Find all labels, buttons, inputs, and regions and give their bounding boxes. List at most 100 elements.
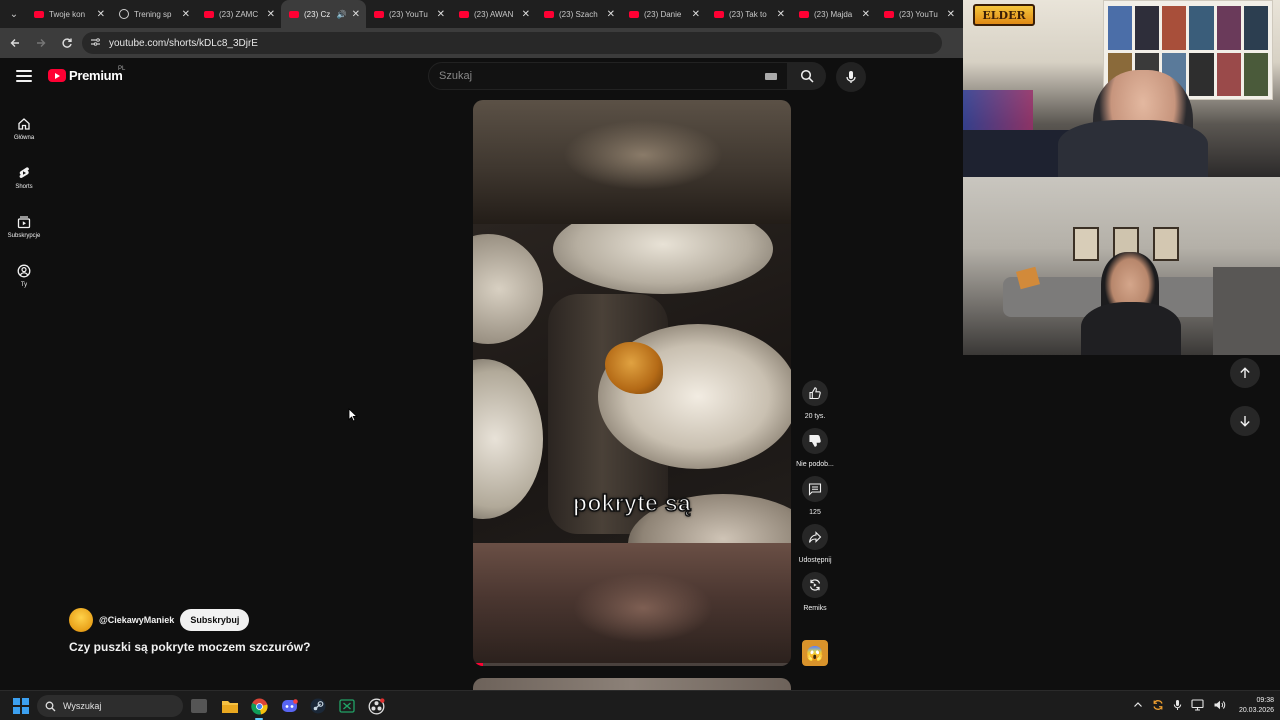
guide-rail: Główna Shorts Subskrypcje Ty — [0, 104, 48, 300]
close-tab-icon[interactable]: ✕ — [522, 9, 530, 20]
youtube-premium-logo[interactable]: Premium PL — [48, 66, 125, 83]
avatar[interactable] — [69, 608, 93, 632]
discord-icon[interactable] — [279, 696, 299, 716]
network-icon[interactable] — [1191, 698, 1204, 714]
rail-item-shorts[interactable]: Shorts — [0, 153, 48, 202]
video-title[interactable]: Czy puszki są pokryte moczem szczurów? — [69, 640, 310, 654]
comments-button[interactable] — [802, 476, 828, 502]
chevron-up-icon[interactable] — [1133, 700, 1143, 713]
dislike-button[interactable] — [802, 428, 828, 454]
tab-title: (23) ZAMC — [219, 9, 259, 19]
excel-icon[interactable] — [337, 696, 357, 716]
browser-tab[interactable]: Twoje kon ✕ — [26, 0, 111, 28]
tab-audio-icon[interactable]: 🔊 — [337, 10, 347, 19]
close-tab-icon[interactable]: ✕ — [607, 9, 615, 20]
search-button[interactable] — [788, 62, 826, 90]
channel-handle[interactable]: @CiekawyManiek — [99, 615, 174, 625]
keyboard-icon[interactable] — [765, 73, 777, 80]
clock-date: 20.03.2026 — [1238, 707, 1274, 714]
shorts-video-player[interactable]: pokryte są — [473, 100, 791, 666]
microphone-icon[interactable] — [1173, 699, 1182, 714]
share-button[interactable] — [802, 524, 828, 550]
screen: ⌄ Twoje kon ✕ Trening sp ✕ (23) ZAMC ✕ (23) Cz… — [0, 0, 1280, 720]
windows-start-icon[interactable] — [13, 698, 29, 714]
youtube-icon — [459, 10, 469, 18]
close-tab-icon[interactable]: ✕ — [947, 9, 955, 20]
browser-tab[interactable]: (23) AWAN ✕ — [451, 0, 536, 28]
video-frame-bottom — [473, 543, 791, 666]
menu-icon[interactable] — [16, 70, 32, 82]
sync-icon[interactable] — [1152, 699, 1164, 714]
close-tab-icon[interactable]: ✕ — [267, 9, 275, 20]
search-input[interactable]: Szukaj — [428, 62, 788, 90]
arrow-down-icon — [1240, 416, 1250, 427]
voice-search-button[interactable] — [836, 62, 866, 92]
subscribe-button[interactable]: Subskrybuj — [180, 609, 250, 631]
close-tab-icon[interactable]: ✕ — [97, 9, 105, 20]
browser-tab-strip: ⌄ Twoje kon ✕ Trening sp ✕ (23) ZAMC ✕ (23) Cz… — [0, 0, 963, 28]
video-caption: pokryte są — [572, 489, 692, 517]
tab-search-icon[interactable]: ⌄ — [2, 3, 26, 25]
url-text: youtube.com/shorts/kDLc8_3DjrE — [109, 37, 258, 49]
close-tab-icon[interactable]: ✕ — [437, 9, 445, 20]
channel-avatar-thumbnail[interactable]: 😱 — [802, 640, 828, 666]
close-tab-icon[interactable]: ✕ — [692, 9, 700, 20]
browser-tab[interactable]: Trening sp ✕ — [111, 0, 196, 28]
volume-icon[interactable] — [1213, 699, 1226, 714]
tab-title: Trening sp — [134, 9, 172, 19]
comment-icon — [808, 483, 822, 496]
previous-short-button[interactable] — [1230, 358, 1260, 388]
youtube-icon — [714, 10, 724, 18]
search-icon — [45, 701, 56, 711]
taskbar-clock[interactable]: 09:38 20.03.2026 — [1239, 696, 1274, 716]
tab-title: (23) YouTu — [389, 9, 428, 19]
channel-info: @CiekawyManiek Subskrybuj — [69, 608, 250, 632]
search-icon — [800, 69, 814, 83]
system-tray: 09:38 20.03.2026 — [1133, 691, 1274, 720]
youtube-icon — [799, 10, 809, 18]
rail-item-home[interactable]: Główna — [0, 104, 48, 153]
remix-button[interactable] — [802, 572, 828, 598]
remix-label: Remiks — [803, 605, 827, 612]
thumbs-down-icon — [809, 434, 821, 447]
browser-tab[interactable]: (23) Majda ✕ — [791, 0, 876, 28]
back-arrow-icon[interactable] — [4, 32, 26, 54]
browser-tab[interactable]: (23) Szach ✕ — [536, 0, 621, 28]
rail-item-subscriptions[interactable]: Subskrypcje — [0, 202, 48, 251]
youtube-icon — [374, 10, 384, 18]
task-view-icon[interactable] — [191, 699, 207, 713]
tab-title: (23) Majda — [814, 9, 853, 19]
chrome-icon[interactable] — [249, 696, 269, 720]
windows-taskbar: Wyszukaj 09:38 20.03.2026 — [0, 690, 1280, 720]
taskbar-search[interactable]: Wyszukaj — [37, 695, 183, 717]
close-tab-icon[interactable]: ✕ — [352, 9, 360, 20]
site-info-icon[interactable] — [90, 37, 101, 50]
browser-tab[interactable]: (23) YouTu ✕ — [876, 0, 961, 28]
like-action: 20 tys. — [795, 380, 835, 422]
browser-tab[interactable]: (23) YouTu ✕ — [366, 0, 451, 28]
youtube-icon — [544, 10, 554, 18]
logo-text: Premium — [69, 68, 123, 83]
obs-icon[interactable] — [366, 696, 386, 716]
video-progress-bar[interactable] — [473, 663, 791, 666]
browser-tab[interactable]: (23) ZAMC ✕ — [196, 0, 281, 28]
close-tab-icon[interactable]: ✕ — [862, 9, 870, 20]
rail-item-you[interactable]: Ty — [0, 251, 48, 300]
close-tab-icon[interactable]: ✕ — [182, 9, 190, 20]
steam-icon[interactable] — [308, 696, 328, 716]
browser-tab[interactable]: (23) Danie ✕ — [621, 0, 706, 28]
youtube-icon — [884, 10, 894, 18]
address-bar[interactable]: youtube.com/shorts/kDLc8_3DjrE — [82, 32, 942, 54]
remix-action: Remiks — [795, 572, 835, 614]
browser-tab[interactable]: (23) Cz 🔊 ✕ — [281, 0, 366, 28]
rail-label: Ty — [20, 281, 28, 288]
file-explorer-icon[interactable] — [220, 696, 240, 716]
forward-arrow-icon[interactable] — [30, 32, 52, 54]
close-tab-icon[interactable]: ✕ — [777, 9, 785, 20]
like-button[interactable] — [802, 380, 828, 406]
tab-title: (23) Tak to — [729, 9, 767, 19]
browser-tab[interactable]: (23) Tak to ✕ — [706, 0, 791, 28]
next-short-button[interactable] — [1230, 406, 1260, 436]
thumbs-up-icon — [809, 387, 821, 400]
reload-icon[interactable] — [56, 32, 78, 54]
